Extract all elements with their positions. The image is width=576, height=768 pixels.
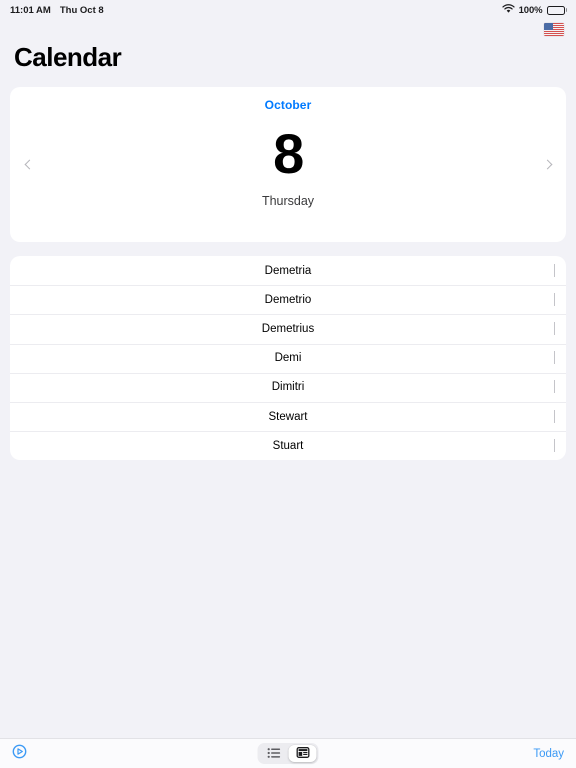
status-bar: 11:01 AM Thu Oct 8 100% xyxy=(0,0,576,20)
list-item[interactable]: Demi xyxy=(10,343,566,373)
status-bar-left: 11:01 AM Thu Oct 8 xyxy=(10,5,104,16)
date-card: October 8 Thursday xyxy=(10,87,566,242)
list-view-icon xyxy=(267,745,280,763)
month-label: October xyxy=(264,98,312,112)
app-screen: 11:01 AM Thu Oct 8 100% Calendar October… xyxy=(0,0,576,768)
chevron-right-icon xyxy=(554,438,555,452)
list-item-label: Stewart xyxy=(268,410,308,423)
chevron-right-icon xyxy=(554,380,555,394)
day-number: 8 xyxy=(273,122,304,185)
card-view-icon xyxy=(296,745,309,763)
weekday-label: Thursday xyxy=(261,194,315,208)
chevron-left-icon xyxy=(24,159,34,170)
list-item[interactable]: Stuart xyxy=(10,431,566,460)
list-item[interactable]: Dimitri xyxy=(10,372,566,402)
wifi-icon xyxy=(501,3,515,17)
segment-list-view[interactable] xyxy=(260,745,288,762)
status-bar-time: 11:01 AM xyxy=(10,4,51,16)
battery-percentage: 100% xyxy=(518,4,543,16)
view-mode-segmented-control[interactable] xyxy=(257,743,319,764)
list-item[interactable]: Demetrius xyxy=(10,314,566,343)
status-bar-right: 100% xyxy=(501,3,567,17)
chevron-right-icon xyxy=(554,321,555,335)
list-item-label: Demetria xyxy=(264,264,312,277)
play-circle-icon[interactable] xyxy=(12,744,27,764)
results-list: Demetria Demetrio Demetrius Demi Dimitri… xyxy=(10,256,566,461)
previous-day-button[interactable] xyxy=(12,87,46,242)
status-bar-date: Thu Oct 8 xyxy=(59,4,104,16)
chevron-right-icon xyxy=(554,263,555,277)
bottom-toolbar: Today xyxy=(0,738,576,768)
segment-card-view[interactable] xyxy=(288,745,317,763)
chevron-right-icon xyxy=(554,409,555,423)
locale-indicator-row xyxy=(0,20,576,38)
page-title: Calendar xyxy=(14,42,122,72)
chevron-right-icon xyxy=(542,159,552,170)
list-item-label: Dimitri xyxy=(271,381,305,394)
list-item-label: Demi xyxy=(274,352,302,365)
next-day-button[interactable] xyxy=(530,87,564,242)
content-area: October 8 Thursday Demetria Demetrio Dem… xyxy=(0,73,576,738)
list-item[interactable]: Demetria xyxy=(10,256,566,285)
list-item-label: Demetrio xyxy=(264,293,312,306)
battery-full-icon xyxy=(546,5,567,15)
us-flag-icon[interactable] xyxy=(544,22,564,36)
list-item[interactable]: Demetrio xyxy=(10,285,566,314)
list-item[interactable]: Stewart xyxy=(10,401,566,431)
list-item-label: Stuart xyxy=(272,439,304,452)
list-item-label: Demetrius xyxy=(261,322,315,335)
toolbar-right-group: Today xyxy=(504,748,564,760)
chevron-right-icon xyxy=(554,292,555,306)
today-button[interactable]: Today xyxy=(533,748,564,760)
toolbar-left-group xyxy=(12,744,72,764)
chevron-right-icon xyxy=(554,351,555,365)
